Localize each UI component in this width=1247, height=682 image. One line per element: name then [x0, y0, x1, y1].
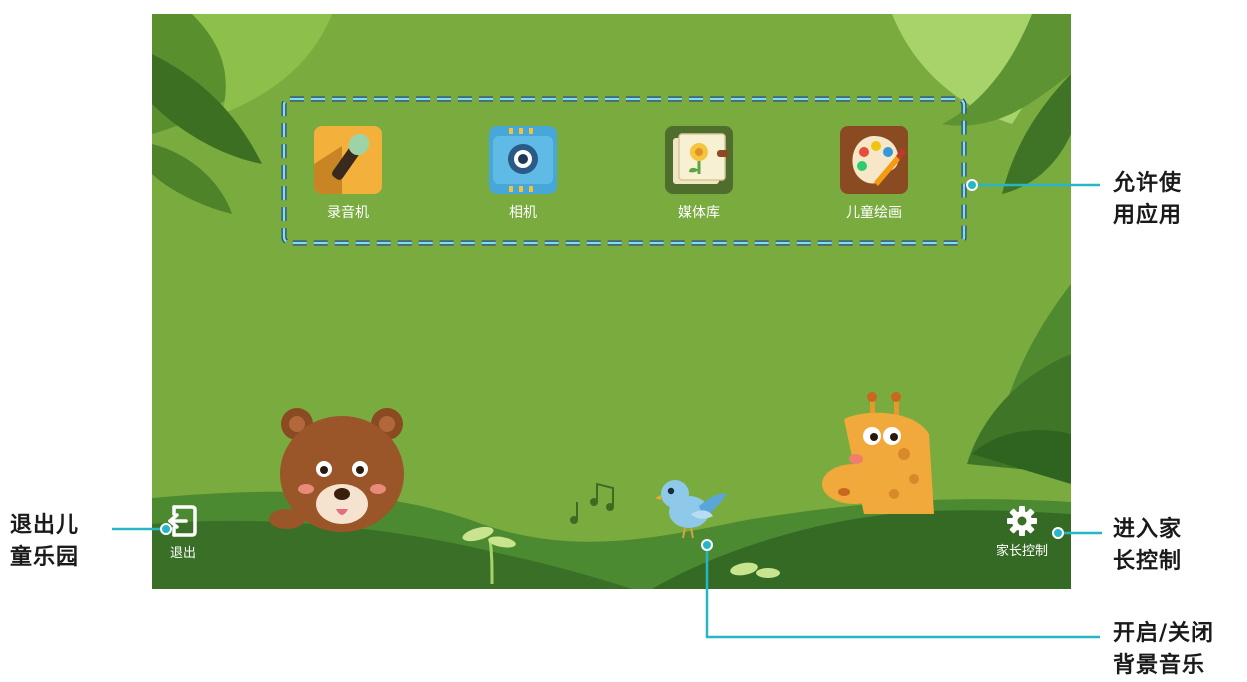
- callout-line-2: 长控制: [1113, 549, 1183, 574]
- callout-music: 开启/关闭 背景音乐: [1113, 618, 1214, 682]
- app-label: 儿童绘画: [846, 205, 902, 221]
- kids-mode-screen: 录音机 相机 媒体库 儿童绘画 退出 家长控制: [152, 14, 1071, 589]
- parental-control-label: 家长控制: [995, 544, 1048, 559]
- callout-parental: 进入家 长控制: [1113, 514, 1182, 578]
- callout-exit-kids: 退出儿 童乐园: [10, 510, 79, 574]
- app-kids-painting[interactable]: 儿童绘画: [819, 126, 929, 222]
- app-label: 媒体库: [678, 205, 720, 221]
- callout-line-1: 退出儿: [10, 513, 80, 538]
- gallery-icon: [665, 126, 733, 194]
- callout-line-2: 用应用: [1113, 203, 1183, 228]
- callout-line-1: 允许使: [1113, 171, 1183, 196]
- app-label: 相机: [509, 205, 537, 221]
- callout-line-2: 童乐园: [10, 545, 80, 570]
- app-label: 录音机: [327, 205, 369, 221]
- callout-line-1: 进入家: [1113, 517, 1183, 542]
- paint-palette-icon: [840, 126, 908, 194]
- app-recorder[interactable]: 录音机: [293, 126, 403, 222]
- exit-door-icon: [168, 505, 197, 537]
- callout-allowed-apps: 允许使 用应用: [1113, 168, 1182, 232]
- app-camera[interactable]: 相机: [468, 126, 578, 222]
- bird-icon[interactable]: [655, 472, 729, 542]
- exit-label: 退出: [169, 546, 196, 561]
- gear-icon: [1007, 506, 1037, 536]
- camera-icon: [489, 126, 557, 194]
- callout-line-1: 开启/关闭: [1113, 621, 1215, 646]
- app-gallery[interactable]: 媒体库: [644, 126, 754, 222]
- microphone-icon: [314, 126, 382, 194]
- exit-button[interactable]: 退出: [166, 504, 200, 561]
- callout-line-2: 背景音乐: [1113, 653, 1206, 678]
- parental-control-button[interactable]: 家长控制: [986, 506, 1058, 559]
